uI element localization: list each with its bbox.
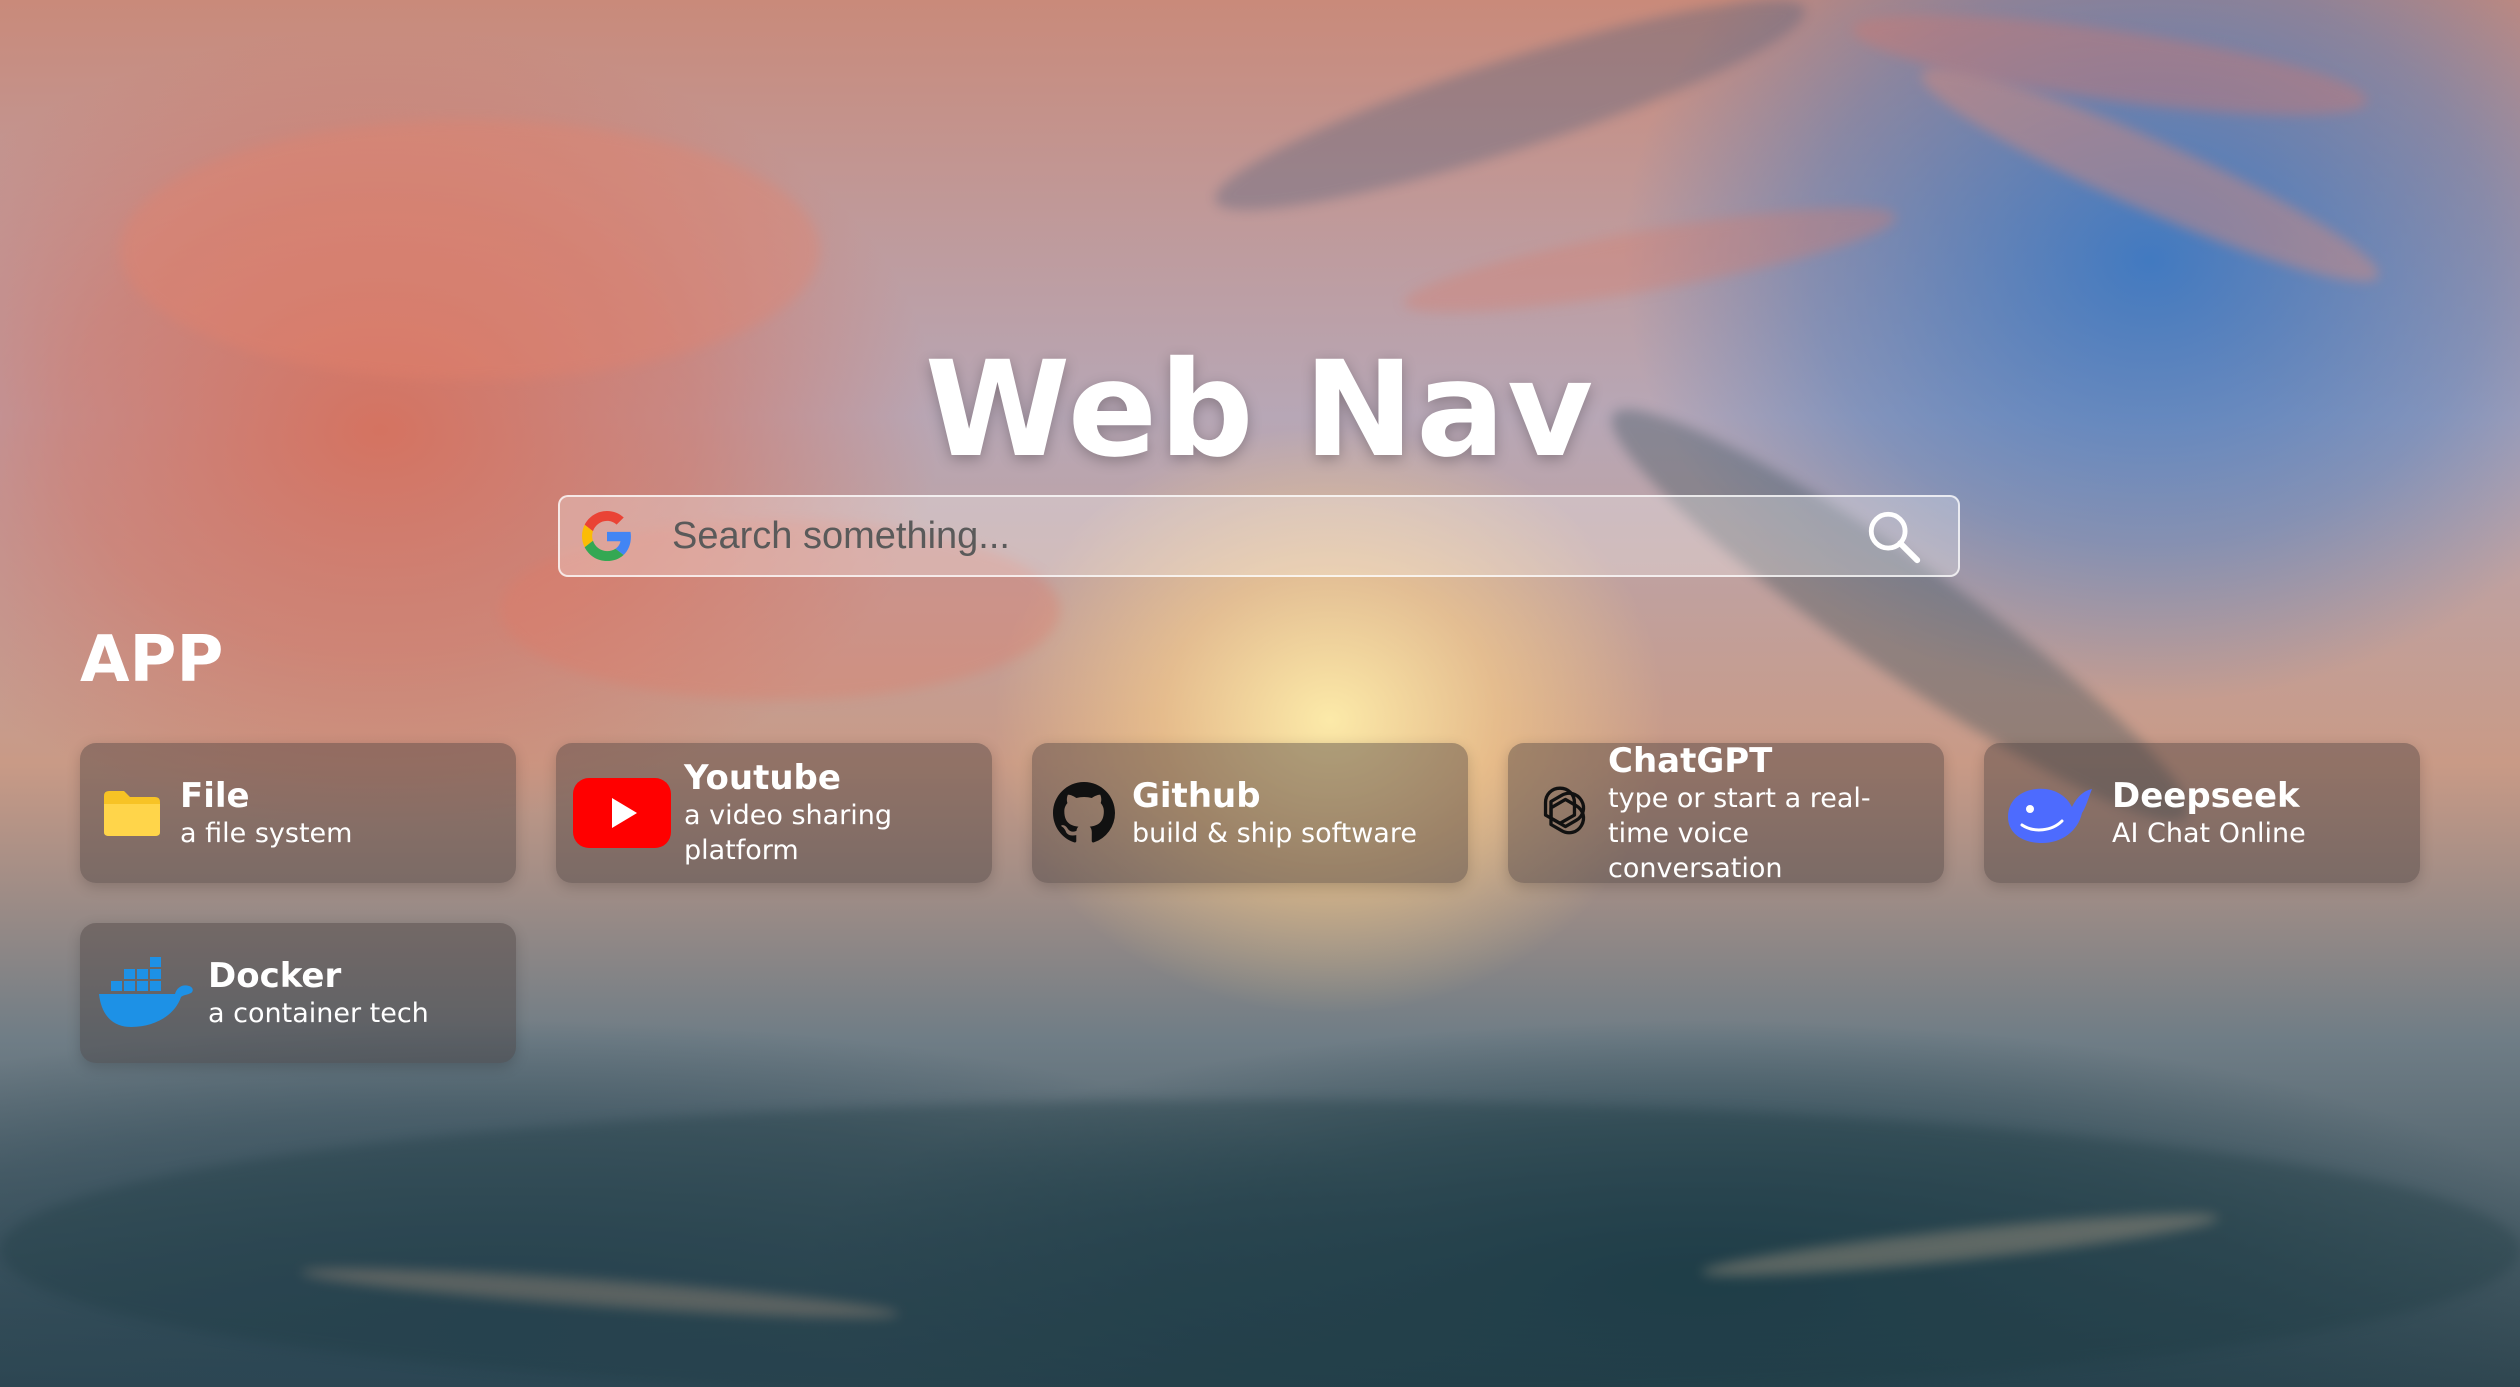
- app-name: File: [180, 775, 250, 816]
- app-description: AI Chat Online: [2112, 817, 2306, 849]
- app-description: build & ship software: [1132, 817, 1417, 849]
- app-description: a video sharing platform: [684, 800, 893, 866]
- youtube-icon: [572, 777, 672, 849]
- app-card-docker[interactable]: Docker a container tech: [80, 923, 516, 1063]
- search-input[interactable]: [670, 505, 1864, 567]
- search-icon[interactable]: [1864, 507, 1922, 565]
- app-name: Deepseek: [2112, 775, 2300, 816]
- deepseek-icon: [2000, 777, 2100, 849]
- app-name: ChatGPT: [1608, 740, 1773, 781]
- github-icon: [1048, 777, 1120, 849]
- app-card-chatgpt[interactable]: ChatGPT type or start a real-time voice …: [1508, 740, 1944, 884]
- app-card-file[interactable]: File a file system: [80, 743, 516, 883]
- docker-icon: [96, 957, 196, 1029]
- cloud-streak: [0, 1100, 2520, 1387]
- app-name: Youtube: [684, 758, 841, 798]
- chatgpt-icon: [1524, 777, 1596, 849]
- search-bar[interactable]: [558, 495, 1960, 577]
- google-icon[interactable]: [582, 511, 632, 561]
- cloud-streak: [1201, 0, 1819, 244]
- section-title-app: APP: [80, 623, 224, 697]
- app-name: Docker: [208, 955, 342, 996]
- folder-icon: [96, 777, 168, 849]
- cloud-streak: [1398, 187, 1902, 333]
- app-description: type or start a real-time voice conversa…: [1608, 782, 1871, 884]
- cloud-streak: [1847, 0, 2373, 136]
- app-name: Github: [1132, 775, 1261, 816]
- app-description: a file system: [180, 817, 353, 849]
- app-card-deepseek[interactable]: Deepseek AI Chat Online: [1984, 743, 2420, 883]
- page-background: Web Nav APP File a file system: [0, 0, 2520, 1387]
- app-description: a container tech: [208, 997, 429, 1029]
- app-card-youtube[interactable]: Youtube a video sharing platform: [556, 743, 992, 883]
- page-title: Web Nav: [924, 333, 1596, 487]
- app-card-github[interactable]: Github build & ship software: [1032, 743, 1468, 883]
